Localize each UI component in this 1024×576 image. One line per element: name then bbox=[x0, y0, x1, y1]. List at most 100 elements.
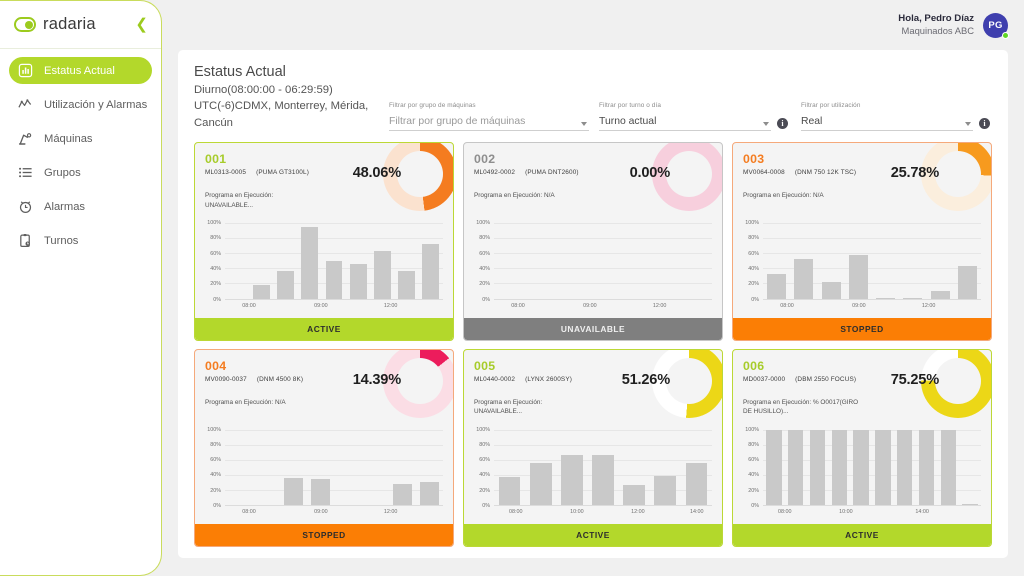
status-badge[interactable]: ACTIVE bbox=[733, 524, 991, 546]
bar-slot bbox=[556, 430, 587, 505]
sidebar-item-turnos[interactable]: Turnos bbox=[9, 227, 152, 254]
machine-group-select[interactable]: Filtrar por grupo de máquinas bbox=[389, 116, 589, 132]
chevron-left-icon[interactable]: ❮ bbox=[132, 15, 151, 34]
trend-line-icon bbox=[18, 99, 32, 108]
info-icon[interactable]: i bbox=[777, 118, 788, 130]
y-tick-label: 20% bbox=[748, 281, 759, 288]
bar-slot bbox=[615, 223, 639, 299]
x-axis: 08:00 09:00 12:00 bbox=[225, 301, 443, 314]
robot-arm-icon bbox=[18, 133, 32, 145]
y-tick-label: 80% bbox=[748, 235, 759, 242]
bar-slot bbox=[681, 430, 712, 505]
machine-card-header: 75.25% 006 MD0037-0000 (DBM 2550 FOCUS) Prog… bbox=[733, 349, 991, 428]
app-root: radaria ❮ Estatus Actual Utilización y A… bbox=[0, 0, 1024, 576]
program-label: Programa en Ejecución: N/A bbox=[205, 398, 286, 406]
chart-bar bbox=[373, 250, 391, 299]
sidebar-item-estatus-actual[interactable]: Estatus Actual bbox=[9, 57, 152, 84]
avatar[interactable]: PG bbox=[983, 12, 1009, 39]
bar-slot bbox=[395, 223, 419, 299]
avatar-initials: PG bbox=[988, 19, 1003, 31]
bar-slot bbox=[525, 430, 556, 505]
status-badge[interactable]: ACTIVE bbox=[195, 317, 453, 340]
chart-bar bbox=[560, 455, 583, 505]
chart-bar bbox=[788, 429, 804, 505]
chart-bar bbox=[930, 290, 950, 299]
x-tick-label: 09:00 bbox=[314, 302, 328, 309]
bar-slot bbox=[763, 429, 785, 505]
bar-series bbox=[225, 223, 443, 299]
machine-card[interactable]: 25.78% 003 MV0064-0008 (DNM 750 12K TSC) Pro… bbox=[732, 142, 992, 341]
filter-bar: Filtrar por grupo de máquinas Filtrar po… bbox=[389, 64, 992, 132]
bar-series bbox=[763, 429, 981, 505]
status-badge[interactable]: STOPPED bbox=[733, 317, 991, 340]
bar-slot bbox=[872, 429, 894, 505]
chart-bar bbox=[283, 477, 303, 505]
machine-card[interactable]: 75.25% 006 MD0037-0000 (DBM 2550 FOCUS) Prog… bbox=[732, 348, 992, 547]
bar-slot bbox=[225, 430, 252, 506]
y-tick-label: 80% bbox=[748, 441, 759, 448]
running-program: Programa en Ejecución: N/A bbox=[743, 191, 898, 201]
utilization-value: 51.26% bbox=[621, 371, 670, 388]
bar-slot bbox=[927, 223, 954, 299]
machine-card[interactable]: 48.06% 001 ML0313-0005 (PUMA GT3100L) Progra… bbox=[194, 142, 454, 341]
sidebar-item-grupos[interactable]: Grupos bbox=[9, 159, 152, 186]
machine-card[interactable]: 51.26% 005 ML0440-0002 (LYNX 2600SY) Program… bbox=[463, 348, 723, 547]
y-tick-label: 20% bbox=[210, 281, 221, 288]
filter-machine-group: Filtrar por grupo de máquinas Filtrar po… bbox=[389, 73, 589, 132]
bar-slot bbox=[807, 429, 829, 505]
x-tick-label: 08:00 bbox=[778, 509, 792, 515]
machine-card-header: 51.26% 005 ML0440-0002 (LYNX 2600SY) Program… bbox=[464, 349, 722, 428]
bar-slot bbox=[619, 430, 650, 505]
utilization-value: 48.06% bbox=[352, 165, 401, 181]
bar-slot bbox=[828, 429, 850, 505]
chart-bar bbox=[821, 281, 841, 299]
x-axis: 08:00 09:00 12:00 bbox=[225, 507, 443, 520]
status-badge[interactable]: UNAVAILABLE bbox=[464, 317, 722, 340]
shift-select[interactable]: Turno actual bbox=[599, 116, 771, 132]
bar-slot bbox=[361, 430, 388, 506]
bar-slot bbox=[959, 430, 981, 505]
utilization-select[interactable]: Real bbox=[801, 116, 973, 132]
y-axis: 100% 80% 60% 40% 20% 0% bbox=[739, 427, 761, 510]
sidebar-item-maquinas[interactable]: Máquinas bbox=[9, 125, 152, 152]
chart-bar bbox=[853, 429, 869, 505]
x-tick-label: 14:00 bbox=[915, 509, 929, 515]
bar-series bbox=[225, 430, 443, 506]
info-icon[interactable]: i bbox=[979, 118, 990, 130]
y-tick-label: 0% bbox=[482, 503, 490, 509]
user-organization: Maquinados ABC bbox=[901, 25, 974, 37]
x-tick-label: 10:00 bbox=[570, 509, 584, 515]
filter-utilization: Filtrar por utilización Real i bbox=[801, 73, 990, 132]
x-tick-label: 08:00 bbox=[242, 509, 256, 515]
machine-card[interactable]: 14.39% 004 MV0090-0037 (DNM 4500 8K) Program… bbox=[194, 348, 454, 547]
chart-bar bbox=[685, 462, 708, 505]
bar-slot bbox=[416, 430, 443, 505]
shift-label: Diurno(08:00:00 - 06:29:59) bbox=[194, 84, 333, 96]
chart-bar bbox=[325, 260, 343, 299]
machine-card[interactable]: 0.00% 002 ML0492-0002 (PUMA DNT2600) Program… bbox=[463, 142, 723, 341]
y-tick-label: 40% bbox=[748, 472, 759, 479]
bar-slot bbox=[494, 430, 525, 505]
sidebar-item-alarmas[interactable]: Alarmas bbox=[9, 193, 152, 220]
chart-bar bbox=[848, 254, 868, 299]
bar-slot bbox=[567, 223, 591, 299]
x-tick-label: 12:00 bbox=[652, 302, 667, 309]
sidebar-item-utilizacion-y-alarmas[interactable]: Utilización y Alarmas bbox=[9, 91, 152, 118]
y-tick-label: 40% bbox=[210, 472, 221, 479]
bar-slot bbox=[298, 223, 322, 299]
y-tick-label: 100% bbox=[207, 426, 221, 433]
model-text: (DNM 4500 8K) bbox=[256, 375, 304, 383]
bar-series bbox=[494, 223, 712, 299]
chart-bar bbox=[831, 429, 847, 505]
machine-card-header: 0.00% 002 ML0492-0002 (PUMA DNT2600) Program… bbox=[464, 142, 722, 221]
status-badge[interactable]: ACTIVE bbox=[464, 524, 722, 546]
y-tick-label: 60% bbox=[748, 457, 759, 464]
serial-text: MV0064-0008 bbox=[743, 169, 785, 176]
bar-slot bbox=[587, 430, 618, 505]
y-tick-label: 40% bbox=[479, 472, 490, 479]
machine-card-header: 48.06% 001 ML0313-0005 (PUMA GT3100L) Progra… bbox=[195, 142, 453, 221]
page-title: Estatus Actual bbox=[194, 64, 286, 80]
sidebar-item-label: Máquinas bbox=[44, 132, 93, 145]
status-badge[interactable]: STOPPED bbox=[195, 524, 453, 546]
x-axis: 08:00 09:00 12:00 bbox=[763, 301, 981, 314]
